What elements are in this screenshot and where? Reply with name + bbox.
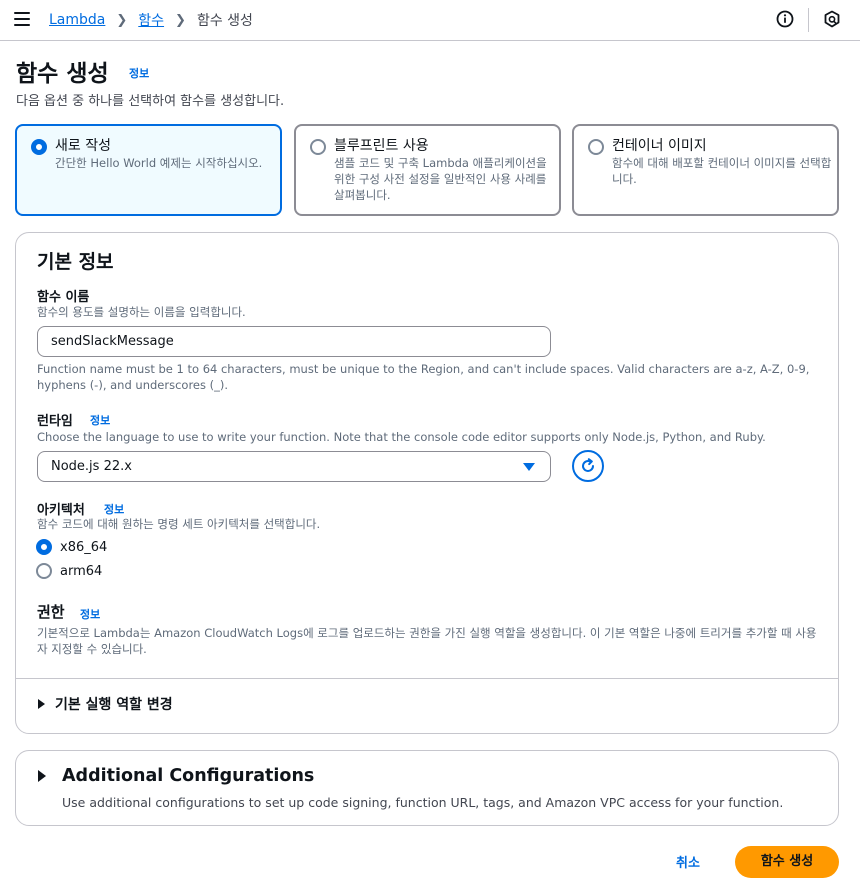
option-description: 간단한 Hello World 예제는 시작하십시오. xyxy=(55,156,263,170)
radio-x86[interactable] xyxy=(36,539,52,555)
chevron-right-icon: ❯ xyxy=(116,12,128,28)
menu-icon[interactable] xyxy=(14,12,30,26)
top-navigation-bar: Lambda ❯ 함수 ❯ 함수 생성 xyxy=(0,0,860,41)
additional-configurations-panel: Additional Configurations Use additional… xyxy=(15,750,839,826)
security-shield-icon[interactable] xyxy=(823,10,841,28)
additional-configurations-title: Additional Configurations xyxy=(62,766,315,786)
basic-info-panel: 기본 정보 함수 이름 함수의 용도를 설명하는 이름을 입력합니다. send… xyxy=(15,232,839,734)
radio-arm64[interactable] xyxy=(36,563,52,579)
caret-right-icon xyxy=(38,770,46,782)
runtime-hint: Choose the language to use to write your… xyxy=(37,430,766,444)
runtime-select[interactable]: Node.js 22.x xyxy=(37,451,551,482)
architecture-option-x86[interactable]: x86_64 xyxy=(36,539,107,555)
runtime-info-link[interactable]: 정보 xyxy=(90,412,110,428)
architecture-hint: 함수 코드에 대해 원하는 명령 세트 아키텍처를 선택합니다. xyxy=(37,517,321,531)
option-title: 컨테이너 이미지 xyxy=(612,138,707,154)
expander-label: 기본 실행 역할 변경 xyxy=(55,697,173,713)
change-default-role-expander[interactable]: 기본 실행 역할 변경 xyxy=(38,694,173,714)
create-function-button[interactable]: 함수 생성 xyxy=(735,846,839,878)
section-divider xyxy=(16,678,838,679)
option-container-image[interactable]: 컨테이너 이미지 함수에 대해 배포할 컨테이너 이미지를 선택합니다. xyxy=(572,124,839,216)
radio-author-from-scratch[interactable] xyxy=(31,139,47,155)
architecture-info-link[interactable]: 정보 xyxy=(104,501,124,517)
permissions-info-link[interactable]: 정보 xyxy=(80,606,100,622)
function-name-constraint: Function name must be 1 to 64 characters… xyxy=(37,362,810,392)
caret-down-icon xyxy=(523,463,535,471)
refresh-icon xyxy=(582,458,594,472)
permissions-hint: 기본적으로 Lambda는 Amazon CloudWatch Logs에 로그… xyxy=(37,626,817,656)
radio-container-image[interactable] xyxy=(588,139,604,155)
runtime-selected-value: Node.js 22.x xyxy=(51,459,132,474)
chevron-right-icon: ❯ xyxy=(175,12,186,28)
radio-label: x86_64 xyxy=(60,539,108,555)
option-use-blueprint[interactable]: 블루프린트 사용 샘플 코드 및 구축 Lambda 애플리케이션을 위한 구성… xyxy=(294,124,561,216)
title-info-link[interactable]: 정보 xyxy=(129,65,149,81)
breadcrumb-current: 함수 생성 xyxy=(196,13,253,29)
radio-use-blueprint[interactable] xyxy=(310,139,326,155)
option-title: 새로 작성 xyxy=(55,138,111,154)
page-title: 함수 생성 xyxy=(16,61,109,87)
option-description: 샘플 코드 및 구축 Lambda 애플리케이션을 위한 구성 사전 설정을 일… xyxy=(334,156,547,202)
function-name-input[interactable]: sendSlackMessage xyxy=(37,326,551,357)
caret-right-icon xyxy=(38,699,45,709)
additional-configurations-description: Use additional configurations to set up … xyxy=(62,795,784,810)
additional-configurations-expander[interactable]: Additional Configurations xyxy=(38,766,314,786)
architecture-option-arm64[interactable]: arm64 xyxy=(36,563,102,579)
permissions-label: 권한 xyxy=(37,603,65,621)
info-icon[interactable] xyxy=(776,10,794,28)
section-title: 기본 정보 xyxy=(37,251,114,273)
cancel-button[interactable]: 취소 xyxy=(676,852,700,871)
runtime-label: 런타임 xyxy=(37,414,73,429)
function-name-label: 함수 이름 xyxy=(37,290,90,305)
breadcrumb: Lambda ❯ 함수 ❯ 함수 생성 xyxy=(49,10,253,30)
option-description: 함수에 대해 배포할 컨테이너 이미지를 선택합니다. xyxy=(612,156,832,186)
breadcrumb-functions-link[interactable]: 함수 xyxy=(138,10,164,30)
function-name-hint: 함수의 용도를 설명하는 이름을 입력합니다. xyxy=(37,305,246,319)
top-bar-divider xyxy=(808,8,809,32)
page-description: 다음 옵션 중 하나를 선택하여 함수를 생성합니다. xyxy=(16,94,285,109)
refresh-runtime-button[interactable] xyxy=(572,450,604,482)
radio-label: arm64 xyxy=(60,563,103,579)
breadcrumb-lambda-link[interactable]: Lambda xyxy=(49,12,105,28)
option-author-from-scratch[interactable]: 새로 작성 간단한 Hello World 예제는 시작하십시오. xyxy=(15,124,282,216)
option-title: 블루프린트 사용 xyxy=(334,138,429,154)
